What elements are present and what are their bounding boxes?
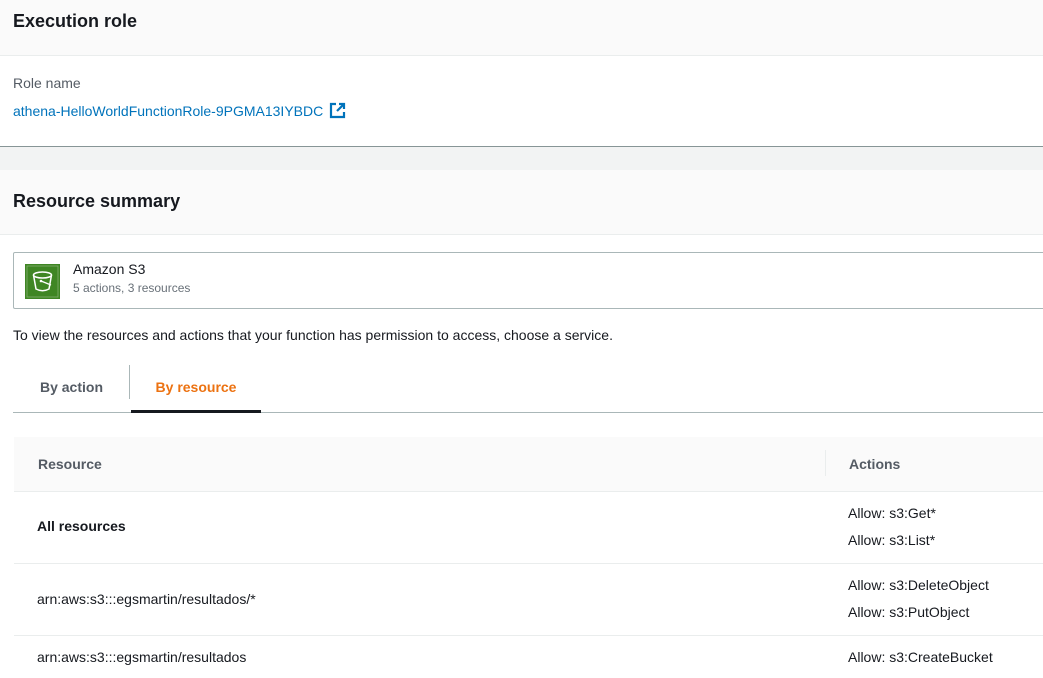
s3-bucket-icon	[25, 264, 60, 299]
service-name: Amazon S3	[73, 261, 146, 277]
external-link-icon	[329, 102, 346, 119]
tab-by-action[interactable]: By action	[13, 361, 130, 413]
resource-cell: All resources	[37, 518, 126, 534]
service-card-amazon-s3[interactable]: Amazon S3 5 actions, 3 resources	[13, 252, 1043, 309]
active-tab-indicator	[131, 410, 261, 413]
role-name-link[interactable]: athena-HelloWorldFunctionRole-9PGMA13IYB…	[13, 102, 346, 119]
action-item: Allow: s3:List*	[848, 532, 936, 548]
column-header-actions: Actions	[849, 456, 901, 472]
column-separator[interactable]	[825, 450, 826, 476]
section-divider	[0, 146, 1043, 170]
table-row: All resources Allow: s3:Get* Allow: s3:L…	[14, 492, 1043, 564]
execution-role-header: Execution role	[0, 0, 1043, 56]
view-tabs: By action By resource	[13, 361, 1043, 413]
info-text: To view the resources and actions that y…	[13, 327, 613, 343]
resource-summary-title: Resource summary	[13, 191, 181, 211]
table-row: arn:aws:s3:::egsmartin/resultados Allow:…	[14, 636, 1043, 678]
action-item: Allow: s3:PutObject	[848, 604, 970, 620]
column-header-resource: Resource	[38, 456, 102, 472]
resource-cell: arn:aws:s3:::egsmartin/resultados	[37, 649, 247, 665]
tab-by-resource[interactable]: By resource	[131, 361, 261, 413]
action-item: Allow: s3:DeleteObject	[848, 577, 989, 593]
service-meta: 5 actions, 3 resources	[73, 281, 191, 295]
table-row: arn:aws:s3:::egsmartin/resultados/* Allo…	[14, 564, 1043, 636]
actions-cell: Allow: s3:Get* Allow: s3:List*	[848, 500, 936, 554]
actions-cell: Allow: s3:CreateBucket	[848, 644, 993, 671]
action-item: Allow: s3:Get*	[848, 505, 936, 521]
table-header: Resource Actions	[14, 437, 1043, 492]
resource-summary-header: Resource summary	[0, 170, 1043, 235]
actions-cell: Allow: s3:DeleteObject Allow: s3:PutObje…	[848, 572, 989, 626]
role-name-label: Role name	[13, 75, 81, 91]
resource-cell: arn:aws:s3:::egsmartin/resultados/*	[37, 591, 256, 607]
tab-divider	[129, 365, 130, 399]
execution-role-title: Execution role	[13, 11, 138, 31]
role-name-text: athena-HelloWorldFunctionRole-9PGMA13IYB…	[13, 102, 324, 119]
action-item: Allow: s3:CreateBucket	[848, 649, 993, 665]
